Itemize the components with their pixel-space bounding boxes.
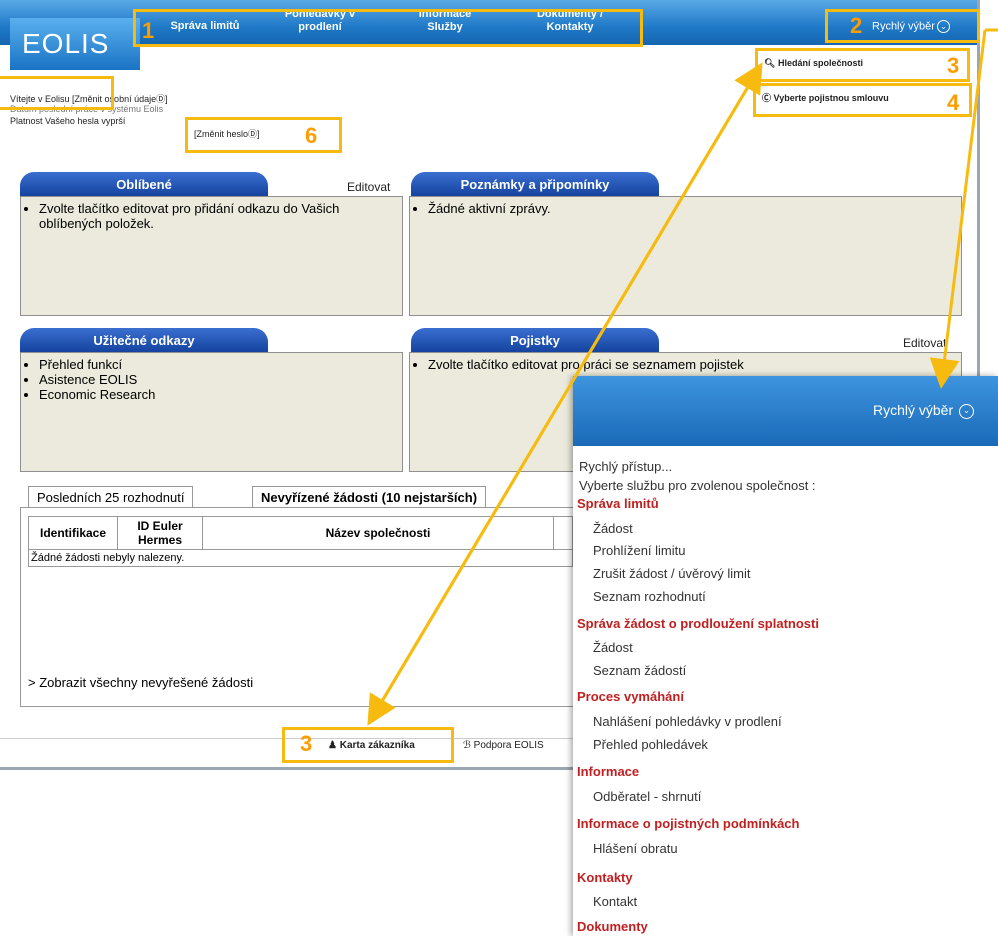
arrow-line (929, 29, 987, 389)
arrow-line (367, 69, 760, 726)
annotation-arrows (367, 28, 998, 726)
